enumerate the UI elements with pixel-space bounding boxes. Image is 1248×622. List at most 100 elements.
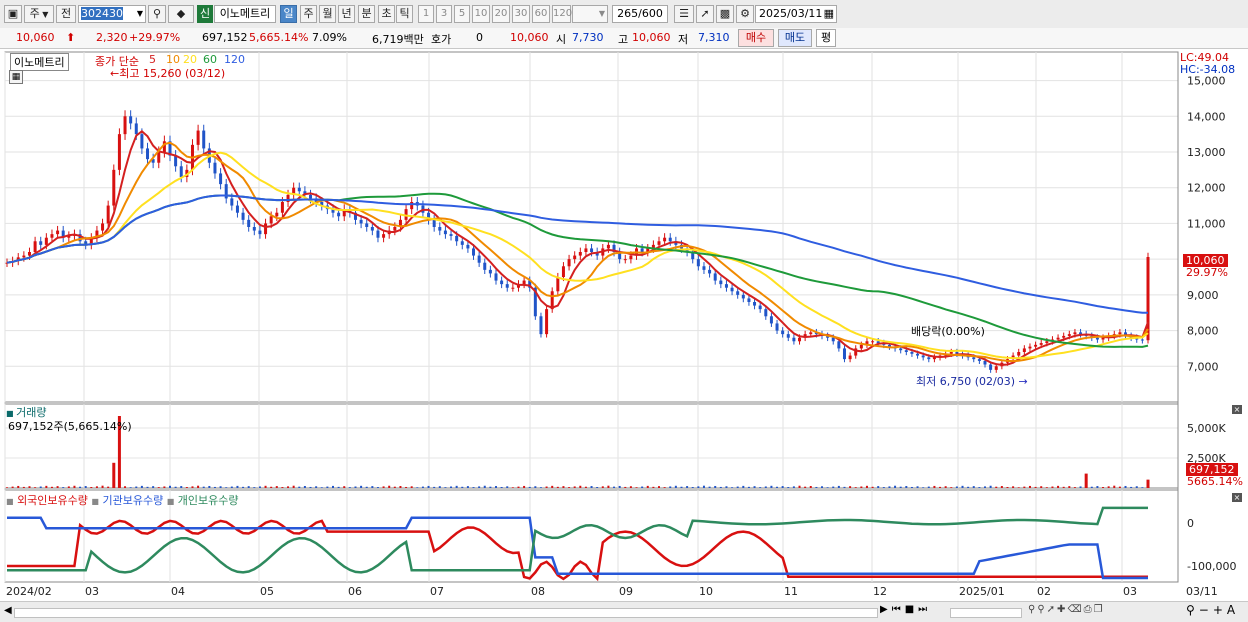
calendar-icon[interactable]: ▦ bbox=[824, 6, 834, 22]
volume-bar bbox=[1079, 486, 1082, 488]
period-6-button[interactable]: 틱 bbox=[396, 5, 413, 23]
volume-bar bbox=[860, 486, 863, 488]
close-icon[interactable]: × bbox=[1232, 405, 1242, 414]
scroll-bar[interactable]: ◀ ▶⏮■⏭ ⚲⚲➚✚⌫⎙❐ ⚲−+A bbox=[0, 601, 1248, 622]
square-icon: ■ bbox=[91, 497, 99, 506]
zoom-slider[interactable] bbox=[950, 608, 1022, 618]
copy-icon[interactable]: ❐ bbox=[1094, 604, 1105, 615]
forward-icon[interactable]: ⏭ bbox=[918, 604, 931, 615]
sell-button[interactable]: 매도 bbox=[778, 29, 812, 47]
font-size-icon[interactable]: A bbox=[1227, 603, 1239, 617]
period-0-button[interactable]: 일 bbox=[280, 5, 297, 23]
eval-button[interactable]: 평 bbox=[816, 29, 836, 47]
chart-type-icon[interactable]: ☰ bbox=[674, 5, 694, 23]
window-icon[interactable]: ▣ bbox=[4, 5, 22, 23]
candle-body bbox=[764, 309, 768, 317]
candle-body bbox=[584, 248, 588, 252]
candle-body bbox=[488, 269, 492, 274]
high-note: ←최고 15,260 (03/12) bbox=[110, 67, 226, 80]
print-icon[interactable]: ⎙ bbox=[1084, 604, 1094, 615]
volume-bar bbox=[101, 485, 104, 488]
table-icon[interactable]: ▦ bbox=[9, 70, 23, 84]
count-input[interactable]: 265/600 bbox=[612, 5, 668, 23]
volume-pct: 5,665.14% bbox=[249, 31, 309, 44]
chevron-down-icon: ▼ bbox=[39, 10, 49, 19]
code-input[interactable]: 302430 ▼ bbox=[78, 5, 146, 23]
low-label: 저 bbox=[678, 33, 689, 46]
interval-2-button[interactable]: 5 bbox=[454, 5, 470, 23]
buy-button[interactable]: 매수 bbox=[738, 29, 774, 47]
volume-bar bbox=[922, 487, 925, 488]
volume-bar bbox=[950, 487, 953, 488]
volume-bar bbox=[731, 487, 734, 488]
stop-icon[interactable]: ■ bbox=[905, 604, 918, 615]
candle-body bbox=[842, 348, 846, 360]
crosshair-icon[interactable]: ✚ bbox=[1057, 604, 1067, 615]
interval-5-button[interactable]: 30 bbox=[512, 5, 530, 23]
volume-bar bbox=[669, 486, 672, 488]
close-icon[interactable]: × bbox=[1232, 493, 1242, 502]
volume-bar bbox=[275, 486, 278, 488]
candle-body bbox=[477, 255, 481, 263]
stock-title-label[interactable]: 이노메트리 bbox=[10, 53, 69, 71]
plus-icon[interactable]: + bbox=[1213, 603, 1227, 617]
period-3-button[interactable]: 년 bbox=[338, 5, 355, 23]
candle-body bbox=[33, 241, 37, 252]
volume-bar bbox=[1124, 485, 1127, 488]
volume-bar bbox=[1023, 486, 1026, 488]
type-select[interactable]: 주 ▼ bbox=[24, 5, 54, 23]
interval-1-button[interactable]: 3 bbox=[436, 5, 452, 23]
eraser-icon[interactable]: ⌫ bbox=[1067, 604, 1083, 615]
volume-bar bbox=[320, 487, 323, 488]
interval-4-button[interactable]: 20 bbox=[492, 5, 510, 23]
volume-bar bbox=[753, 486, 756, 488]
playback-controls[interactable]: ▶⏮■⏭ bbox=[880, 604, 931, 615]
volume-bar bbox=[1090, 486, 1093, 488]
stock-name[interactable]: 이노메트리 bbox=[214, 5, 276, 23]
zoom-out-icon[interactable]: ⚲ bbox=[1037, 604, 1046, 615]
interval-custom-input[interactable]: ▼ bbox=[572, 5, 608, 23]
volume-bar bbox=[174, 486, 177, 488]
candle-body bbox=[505, 284, 509, 288]
scroll-track[interactable] bbox=[14, 608, 878, 618]
gear-icon[interactable]: ⚙ bbox=[736, 5, 754, 23]
volume-bar bbox=[978, 487, 981, 488]
period-2-button[interactable]: 월 bbox=[319, 5, 336, 23]
candle-body bbox=[1062, 335, 1066, 338]
period-4-button[interactable]: 분 bbox=[358, 5, 375, 23]
play-icon[interactable]: ▶ bbox=[880, 604, 892, 615]
volume-bar bbox=[343, 486, 346, 488]
rewind-icon[interactable]: ⏮ bbox=[892, 604, 905, 615]
volume-bar bbox=[854, 487, 857, 488]
interval-6-button[interactable]: 60 bbox=[532, 5, 550, 23]
zoom-in-icon[interactable]: ⚲ bbox=[1028, 604, 1037, 615]
period-1-button[interactable]: 주 bbox=[300, 5, 317, 23]
interval-3-button[interactable]: 10 bbox=[472, 5, 490, 23]
low-price: 7,310 bbox=[698, 31, 730, 44]
search-icon[interactable]: ⚲ bbox=[148, 5, 166, 23]
save-icon[interactable]: ▩ bbox=[716, 5, 734, 23]
volume-bar bbox=[388, 485, 391, 488]
volume-bar bbox=[539, 487, 542, 488]
volume-bar bbox=[815, 486, 818, 488]
holdings-legend: ■ 외국인보유수량 ■ 기관보유수량 ■ 개인보유수량 bbox=[6, 494, 239, 507]
candle-body bbox=[629, 255, 633, 260]
speaker-icon[interactable]: ◆ bbox=[168, 5, 194, 23]
interval-7-button[interactable]: 120 bbox=[552, 5, 572, 23]
prev-button[interactable]: 전 bbox=[56, 5, 76, 23]
interval-0-button[interactable]: 1 bbox=[418, 5, 434, 23]
volume-bar bbox=[135, 486, 138, 488]
volume-bar bbox=[416, 487, 419, 488]
volume-bar bbox=[489, 486, 492, 488]
draw-tool-icon[interactable]: ➚ bbox=[696, 5, 714, 23]
minus-icon[interactable]: − bbox=[1199, 603, 1213, 617]
candle-body bbox=[252, 227, 256, 231]
drawing-tools[interactable]: ⚲⚲➚✚⌫⎙❐ bbox=[1028, 604, 1105, 615]
period-5-button[interactable]: 초 bbox=[378, 5, 395, 23]
scroll-left-icon[interactable]: ◀ bbox=[4, 605, 12, 616]
cursor-icon[interactable]: ➚ bbox=[1047, 604, 1057, 615]
zoom-controls[interactable]: ⚲−+A bbox=[1186, 603, 1239, 617]
chevron-down-icon[interactable]: ▼ bbox=[137, 6, 143, 22]
date-input[interactable]: 2025/03/11 ▦ bbox=[755, 5, 837, 23]
search-icon[interactable]: ⚲ bbox=[1186, 603, 1199, 617]
